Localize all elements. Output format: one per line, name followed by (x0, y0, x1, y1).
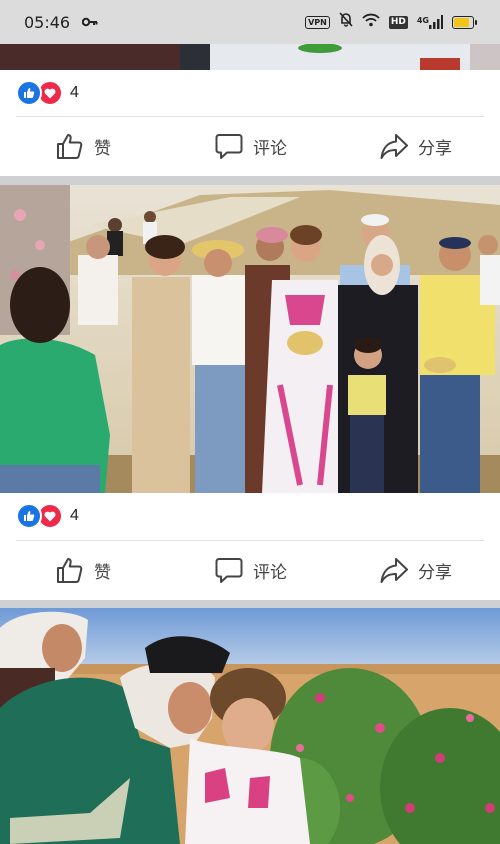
key-icon (81, 14, 98, 32)
divider (16, 540, 484, 541)
share-arrow-icon (380, 556, 408, 584)
network-type-label: 4G (416, 16, 429, 25)
signal-icon: 4G (417, 15, 443, 29)
like-label: 赞 (94, 562, 111, 582)
share-label: 分享 (418, 138, 452, 158)
comment-button[interactable]: 评论 (215, 120, 287, 172)
thumbs-up-icon (56, 556, 84, 584)
battery-tip (475, 19, 477, 25)
comment-icon (215, 132, 243, 160)
post-action-bar: 赞 评论 分享 (0, 120, 500, 172)
reaction-summary[interactable]: 4 (16, 503, 79, 529)
status-time: 05:46 (24, 13, 71, 32)
status-bar: 05:46 VPN HD 4G (0, 0, 500, 44)
reaction-count: 4 (70, 507, 79, 524)
comment-label: 评论 (253, 138, 287, 158)
like-button[interactable]: 赞 (56, 120, 111, 172)
like-reaction-icon (16, 80, 42, 106)
like-label: 赞 (94, 138, 111, 158)
post-photo-rose-harvest[interactable] (0, 608, 500, 844)
post-photo-group[interactable] (0, 185, 500, 493)
thumbs-up-icon (56, 132, 84, 160)
wifi-icon (362, 13, 380, 32)
post-action-bar: 赞 评论 分享 (0, 544, 500, 596)
post-separator (0, 600, 500, 608)
battery-icon (452, 15, 477, 29)
mute-bell-icon (339, 12, 353, 32)
post-separator (0, 176, 500, 185)
comment-label: 评论 (253, 562, 287, 582)
share-arrow-icon (380, 132, 408, 160)
post-photo-previous[interactable] (0, 44, 500, 70)
comment-icon (215, 556, 243, 584)
status-icons: VPN HD 4G (305, 12, 477, 32)
divider (16, 116, 484, 117)
like-button[interactable]: 赞 (56, 544, 111, 596)
reaction-summary[interactable]: 4 (16, 80, 79, 106)
share-button[interactable]: 分享 (380, 120, 452, 172)
hd-badge: HD (388, 15, 408, 29)
battery-level-fill (454, 17, 469, 27)
reaction-count: 4 (70, 84, 79, 101)
share-button[interactable]: 分享 (380, 544, 452, 596)
vpn-badge: VPN (305, 15, 330, 29)
share-label: 分享 (418, 562, 452, 582)
like-reaction-icon (16, 503, 42, 529)
comment-button[interactable]: 评论 (215, 544, 287, 596)
